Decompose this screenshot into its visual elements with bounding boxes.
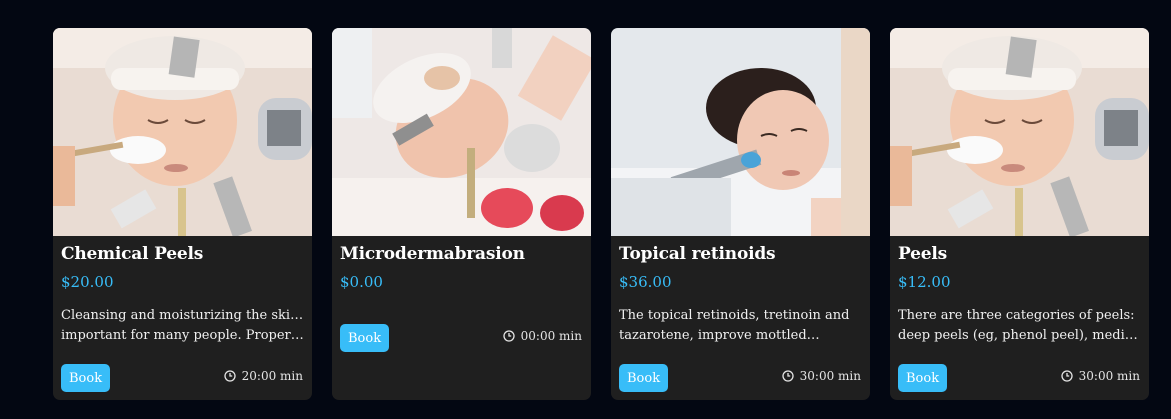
book-button[interactable]: Book — [61, 364, 111, 392]
service-title: Microdermabrasion — [340, 244, 525, 264]
service-price: $20.00 — [61, 273, 114, 291]
description-line: tazarotene, improve mottled… — [619, 328, 820, 343]
description-line: The topical retinoids, tretinoin and — [619, 308, 850, 323]
service-title: Topical retinoids — [619, 244, 776, 264]
services-grid: Chemical Peels $20.00 Cleansing and mois… — [53, 28, 1149, 400]
clock-icon — [1061, 370, 1073, 382]
clock-icon — [782, 370, 794, 382]
service-card-topical-retinoids[interactable]: Topical retinoids $36.00 The topical ret… — [611, 28, 870, 400]
service-card-chemical-peels[interactable]: Chemical Peels $20.00 Cleansing and mois… — [53, 28, 312, 400]
service-photo — [53, 28, 312, 236]
service-card-peels[interactable]: Peels $12.00 There are three categories … — [890, 28, 1149, 400]
service-duration: 30:00 min — [1061, 369, 1140, 383]
duration-text: 20:00 min — [241, 369, 303, 383]
service-price: $36.00 — [619, 273, 672, 291]
service-photo — [890, 28, 1149, 236]
clock-icon — [224, 370, 236, 382]
service-duration: 30:00 min — [782, 369, 861, 383]
service-title: Peels — [898, 244, 947, 264]
service-duration: 20:00 min — [224, 369, 303, 383]
service-photo — [332, 28, 591, 236]
duration-text: 30:00 min — [799, 369, 861, 383]
service-duration: 00:00 min — [503, 329, 582, 343]
service-description: The topical retinoids, tretinoin and taz… — [619, 306, 863, 346]
book-button[interactable]: Book — [898, 364, 948, 392]
service-card-microdermabrasion[interactable]: Microdermabrasion $0.00 Book 00:00 min — [332, 28, 591, 400]
service-description: Cleansing and moisturizing the skin is i… — [61, 306, 305, 346]
service-title: Chemical Peels — [61, 244, 204, 264]
book-button[interactable]: Book — [340, 324, 390, 352]
duration-text: 30:00 min — [1078, 369, 1140, 383]
book-button[interactable]: Book — [619, 364, 669, 392]
service-price: $12.00 — [898, 273, 951, 291]
service-photo — [611, 28, 870, 236]
description-line: There are three categories of peels: — [898, 308, 1135, 323]
description-line: Cleansing and moisturizing the skin is — [61, 308, 305, 323]
duration-text: 00:00 min — [520, 329, 582, 343]
description-line: deep peels (eg, phenol peel), medium… — [898, 328, 1142, 343]
clock-icon — [503, 330, 515, 342]
service-price: $0.00 — [340, 273, 383, 291]
service-description: There are three categories of peels: dee… — [898, 306, 1142, 346]
description-line: important for many people. Properly… — [61, 328, 305, 343]
